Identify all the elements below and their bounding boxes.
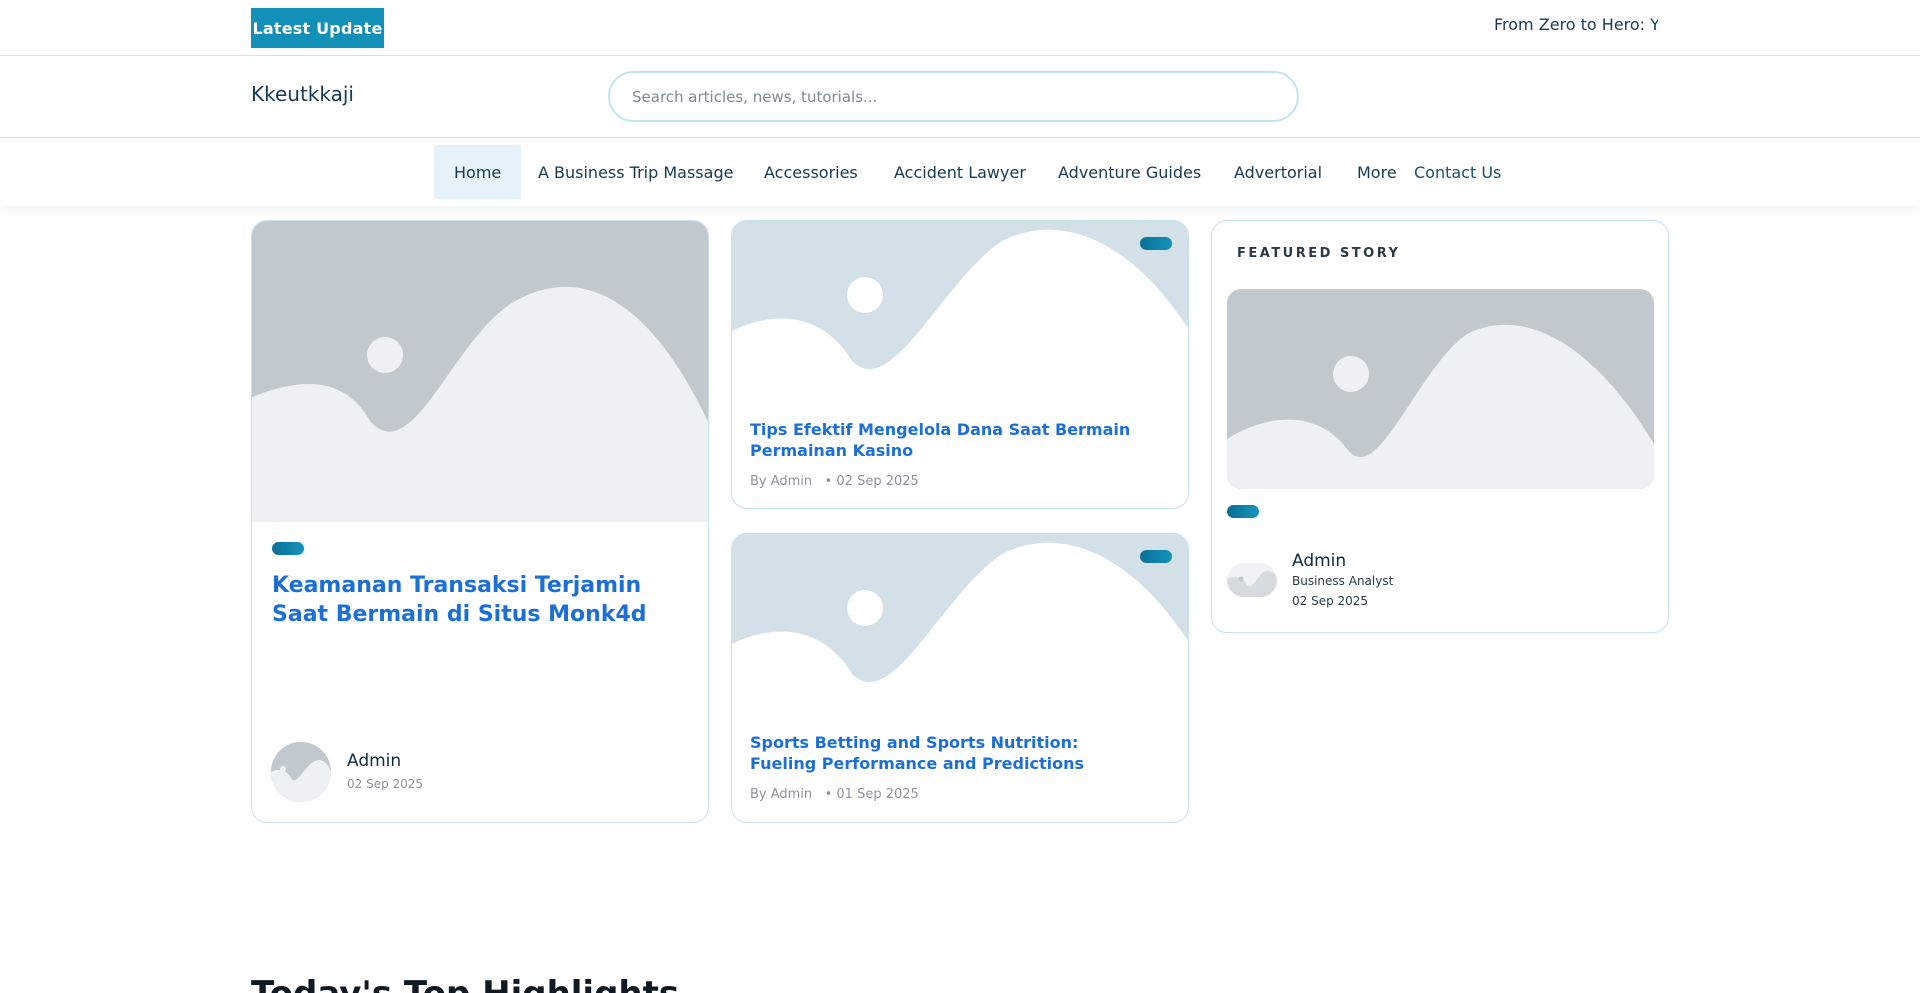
side-post-title[interactable]: Tips Efektif Mengelola Dana Saat Bermain… [750,419,1150,461]
avatar-placeholder-icon [271,742,331,802]
image-placeholder-icon [1227,289,1654,489]
post-date: 02 Sep 2025 [347,777,424,791]
section-title: Today's Top Highlights [251,974,679,993]
latest-update-bar: Latest Update From Zero to Hero: Yo [0,0,1920,56]
main-post-card[interactable]: Keamanan Transaksi Terjamin Saat Bermain… [251,220,709,823]
search-box [608,71,1299,122]
image-placeholder-icon [252,221,708,522]
category-pill[interactable] [1140,550,1172,563]
image-placeholder-icon [732,221,1188,401]
nav-item-advertorial[interactable]: Advertorial [1234,145,1322,199]
nav-item-accessories[interactable]: Accessories [764,145,858,199]
category-pill[interactable] [1227,505,1259,518]
post-date: 02 Sep 2025 [1292,594,1369,608]
ticker-headline-link[interactable]: From Zero to Hero: Yo [1480,12,1658,38]
nav-item-adventure-guides[interactable]: Adventure Guides [1058,145,1201,199]
nav-item-accident-lawyer[interactable]: Accident Lawyer [894,145,1026,199]
main-navigation: Home A Business Trip Massage Accessories… [0,138,1920,206]
nav-contact-us[interactable]: Contact Us [1414,145,1501,199]
featured-story-label: FEATURED STORY [1237,246,1401,261]
side-post-meta: By Admin • 02 Sep 2025 [750,474,919,489]
side-post-meta: By Admin • 01 Sep 2025 [750,787,919,802]
site-logo-text[interactable]: Kkeutkkaji [251,82,354,106]
site-header: Kkeutkkaji [0,56,1920,138]
avatar-placeholder-icon [1227,563,1277,597]
side-post-title[interactable]: Sports Betting and Sports Nutrition: Fue… [750,732,1150,774]
main-post-title[interactable]: Keamanan Transaksi Terjamin Saat Bermain… [272,571,672,629]
ticker-window: From Zero to Hero: Yo [1480,12,1658,38]
category-pill[interactable] [1140,237,1172,250]
category-pill[interactable] [272,542,304,555]
nav-item-home[interactable]: Home [434,145,522,199]
search-input[interactable] [610,73,1297,120]
post-date: • 01 Sep 2025 [824,787,919,802]
latest-update-badge: Latest Update [251,8,384,48]
image-placeholder-icon [732,534,1188,714]
author-name[interactable]: Admin [347,751,401,771]
featured-story-card[interactable]: FEATURED STORY Admin Business Analyst 02… [1211,220,1669,633]
post-author[interactable]: By Admin [750,787,812,802]
post-author[interactable]: By Admin [750,474,812,489]
nav-item-more[interactable]: More [1357,145,1397,199]
side-post-card[interactable]: Sports Betting and Sports Nutrition: Fue… [731,533,1189,823]
author-role: Business Analyst [1292,574,1394,588]
nav-item-business-trip-massage[interactable]: A Business Trip Massage [538,145,733,199]
post-date: • 02 Sep 2025 [824,474,919,489]
author-name[interactable]: Admin [1292,551,1346,571]
side-post-card[interactable]: Tips Efektif Mengelola Dana Saat Bermain… [731,220,1189,509]
